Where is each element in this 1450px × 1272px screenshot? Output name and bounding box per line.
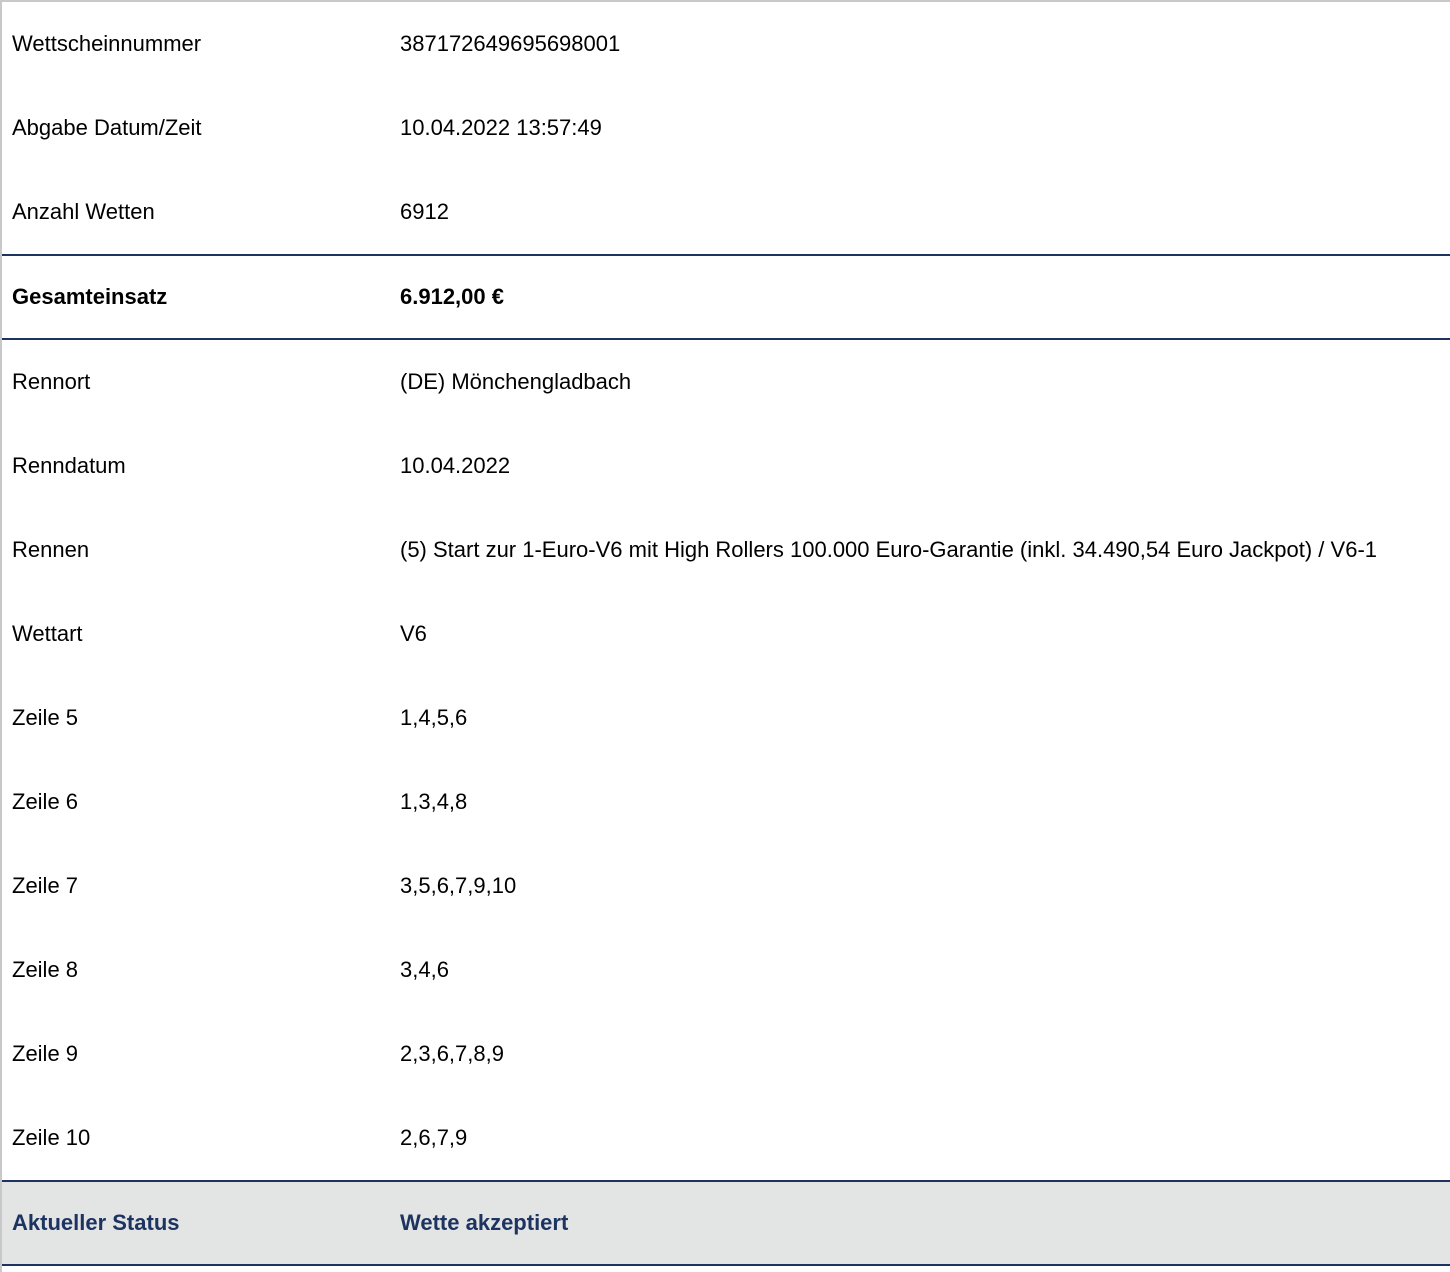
bet-type-value: V6: [400, 621, 427, 646]
race-date-label: Renndatum: [12, 453, 126, 478]
bet-type-row: Wettart V6: [2, 592, 1450, 676]
current-status-value: Wette akzeptiert: [400, 1210, 569, 1235]
ticket-number-label: Wettscheinnummer: [12, 31, 202, 56]
race-date-value: 10.04.2022: [400, 453, 511, 478]
line-9-value: 2,3,6,7,8,9: [400, 1041, 504, 1066]
race-location-row: Rennort (DE) Mönchengladbach: [2, 340, 1450, 424]
line-7-row: Zeile 7 3,5,6,7,9,10: [2, 844, 1450, 928]
line-5-row: Zeile 5 1,4,5,6: [2, 676, 1450, 760]
line-8-label: Zeile 8: [12, 957, 79, 982]
submission-datetime-label: Abgabe Datum/Zeit: [12, 115, 202, 140]
race-row: Rennen (5) Start zur 1-Euro-V6 mit High …: [2, 508, 1450, 592]
submission-datetime-value: 10.04.2022 13:57:49: [400, 115, 602, 140]
race-value: (5) Start zur 1-Euro-V6 mit High Rollers…: [400, 537, 1378, 562]
bet-count-value: 6912: [400, 199, 449, 224]
line-9-row: Zeile 9 2,3,6,7,8,9: [2, 1012, 1450, 1096]
bet-slip-details-table: Wettscheinnummer 387172649695698001 Abga…: [2, 2, 1450, 1266]
race-date-row: Renndatum 10.04.2022: [2, 424, 1450, 508]
ticket-number-row: Wettscheinnummer 387172649695698001: [2, 2, 1450, 86]
line-10-row: Zeile 10 2,6,7,9: [2, 1096, 1450, 1180]
line-10-label: Zeile 10: [12, 1125, 91, 1150]
current-status-label: Aktueller Status: [12, 1210, 180, 1235]
ticket-number-value: 387172649695698001: [400, 31, 621, 56]
line-8-value: 3,4,6: [400, 957, 449, 982]
line-5-label: Zeile 5: [12, 705, 79, 730]
total-stake-row: Gesamteinsatz 6.912,00 €: [2, 254, 1450, 340]
line-6-label: Zeile 6: [12, 789, 79, 814]
bet-count-row: Anzahl Wetten 6912: [2, 170, 1450, 254]
submission-datetime-row: Abgabe Datum/Zeit 10.04.2022 13:57:49: [2, 86, 1450, 170]
line-5-value: 1,4,5,6: [400, 705, 468, 730]
bet-type-label: Wettart: [12, 621, 83, 646]
line-7-label: Zeile 7: [12, 873, 79, 898]
line-7-value: 3,5,6,7,9,10: [400, 873, 517, 898]
line-6-row: Zeile 6 1,3,4,8: [2, 760, 1450, 844]
race-location-label: Rennort: [12, 369, 91, 394]
line-8-row: Zeile 8 3,4,6: [2, 928, 1450, 1012]
race-label: Rennen: [12, 537, 90, 562]
current-status-row: Aktueller Status Wette akzeptiert: [2, 1180, 1450, 1266]
race-location-value: (DE) Mönchengladbach: [400, 369, 632, 394]
line-10-value: 2,6,7,9: [400, 1125, 468, 1150]
bet-count-label: Anzahl Wetten: [12, 199, 155, 224]
total-stake-label: Gesamteinsatz: [12, 284, 168, 309]
line-6-value: 1,3,4,8: [400, 789, 468, 814]
total-stake-value: 6.912,00 €: [400, 284, 504, 309]
line-9-label: Zeile 9: [12, 1041, 79, 1066]
